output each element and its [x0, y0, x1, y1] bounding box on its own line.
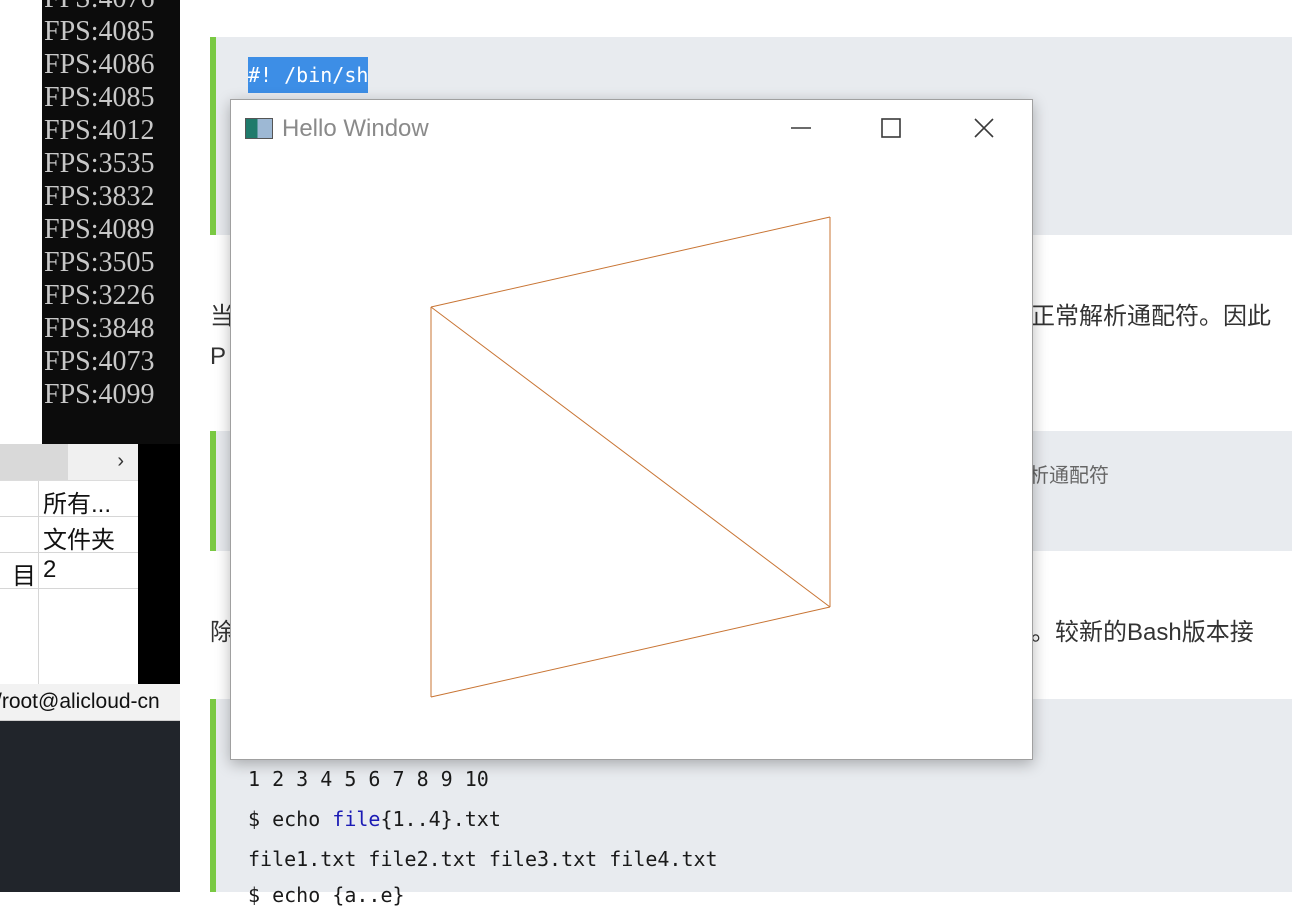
code-line-3: file1.txt file2.txt file3.txt file4.txt: [248, 847, 718, 871]
paragraph-1-line2: P: [210, 343, 227, 370]
paragraph-2-right: 。较新的Bash版本接: [1031, 619, 1254, 646]
terminal-body: [0, 721, 180, 892]
properties-row: 所有...: [0, 481, 138, 518]
minimize-icon: [791, 127, 811, 129]
fps-line: FPS:3848: [44, 313, 155, 344]
terminal-tab-title[interactable]: /root@alicloud-cn: [0, 684, 180, 721]
properties-row: 目 2: [0, 553, 138, 589]
fps-line: FPS:4089: [44, 214, 155, 245]
fps-line: FPS:4085: [44, 16, 155, 47]
quad-edge-bottom: [430, 606, 831, 698]
fps-line: FPS:4012: [44, 115, 155, 146]
properties-panel: › 所有... 文件夹 目 2: [0, 444, 138, 684]
app-icon: [245, 118, 273, 139]
selected-code-text[interactable]: #! /bin/sh: [248, 57, 369, 93]
fps-line: FPS:4073: [44, 346, 155, 377]
quad-edge-top: [430, 216, 831, 308]
paragraph-1-right: 正常解析通配符。因此: [1031, 303, 1271, 330]
properties-value: 2: [43, 556, 57, 583]
maximize-button[interactable]: [871, 108, 911, 148]
properties-value: 文件夹: [43, 527, 115, 554]
window-titlebar[interactable]: Hello Window: [231, 100, 1032, 156]
minimize-button[interactable]: [781, 108, 821, 148]
chevron-right-icon[interactable]: ›: [117, 450, 124, 473]
render-canvas[interactable]: [231, 156, 1032, 759]
fps-line: FPS:4076: [44, 0, 180, 15]
fps-line: FPS:3535: [44, 148, 155, 179]
desktop-edge: [0, 0, 42, 444]
console-background: [138, 444, 180, 684]
quad-diagonal: [430, 306, 831, 608]
code-line-2: $ echo file{1..4}.txt: [248, 807, 501, 831]
properties-header: ›: [0, 444, 138, 481]
properties-tab[interactable]: [0, 444, 68, 480]
window-title: Hello Window: [282, 115, 429, 142]
console-output[interactable]: FPS:4076FPS:4085FPS:4086FPS:4085FPS:4012…: [42, 0, 180, 444]
fps-line: FPS:3505: [44, 247, 155, 278]
close-button[interactable]: [964, 108, 1004, 148]
properties-value: 所有...: [43, 491, 112, 518]
code-line-4: $ echo {a..e}: [248, 883, 405, 907]
fps-line: FPS:4086: [44, 49, 155, 80]
fps-line: FPS:4085: [44, 82, 155, 113]
hello-window[interactable]: Hello Window: [230, 99, 1033, 760]
code-line-1: 1 2 3 4 5 6 7 8 9 10: [248, 767, 489, 791]
fps-line: FPS:3226: [44, 280, 155, 311]
fps-line: FPS:3832: [44, 181, 155, 212]
maximize-icon: [881, 118, 901, 138]
note-text: 析通配符: [1029, 465, 1109, 487]
properties-row: 文件夹: [0, 517, 138, 554]
fps-line: FPS:4099: [44, 379, 155, 410]
fps-list: FPS:4076FPS:4085FPS:4086FPS:4085FPS:4012…: [42, 0, 180, 411]
close-icon: [974, 118, 994, 138]
